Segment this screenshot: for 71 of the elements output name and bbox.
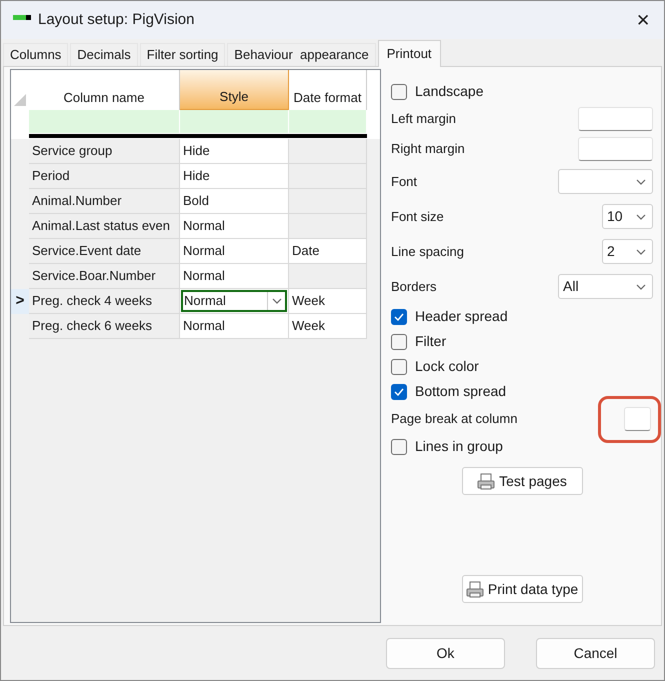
table-cell: Week [289, 314, 367, 339]
checkmark-icon [394, 388, 404, 396]
checkbox[interactable] [391, 308, 407, 324]
field-label: Font [391, 172, 418, 191]
filter-cell[interactable] [29, 110, 180, 133]
table-cell: Service.Boar.Number [29, 264, 180, 289]
table-cell: Normal [180, 314, 289, 339]
table-cell: Normal [180, 239, 289, 264]
print-button[interactable]: Test pages [462, 467, 582, 495]
tab[interactable]: Columns [3, 43, 68, 66]
tab[interactable]: Decimals [70, 43, 138, 66]
printer-icon [477, 472, 496, 490]
table-cell: Date [289, 239, 367, 264]
checkbox[interactable] [391, 438, 407, 454]
dialog-button[interactable]: Ok [386, 638, 505, 668]
tab[interactable]: Printout [378, 40, 441, 67]
checkbox-label: Landscape [415, 82, 484, 101]
tab[interactable]: Behaviour appearance [227, 43, 376, 66]
filter-cell[interactable] [180, 110, 289, 133]
checkbox-label: Filter [415, 332, 446, 351]
input-field[interactable] [578, 137, 653, 161]
dropdown[interactable]: 2 [602, 239, 653, 264]
table-cell: Normal [180, 214, 289, 239]
table-cell: Week [289, 289, 367, 314]
column-header[interactable]: Style [180, 70, 289, 110]
table-cell: Preg. check 6 weeks [29, 314, 180, 339]
checkbox[interactable] [391, 84, 407, 100]
app-icon [13, 14, 31, 20]
checkbox-label: Header spread [415, 307, 508, 326]
table-cell: Hide [180, 164, 289, 189]
checkbox-label: Bottom spread [415, 382, 506, 401]
table-cell: Preg. check 4 weeks [29, 289, 180, 314]
chevron-down-icon [636, 284, 646, 290]
dropdown[interactable]: 10 [602, 204, 653, 229]
printer-icon [466, 580, 484, 598]
close-button[interactable]: ✕ [636, 12, 650, 28]
table-cell: Service.Event date [29, 239, 180, 264]
style-dropdown[interactable]: Normal [181, 290, 287, 312]
table-cell: Animal.Number [29, 189, 180, 214]
table-cell: Bold [180, 189, 289, 214]
checkbox-label: Lines in group [415, 437, 503, 456]
checkbox[interactable] [391, 384, 407, 400]
field-label: Left margin [391, 110, 456, 128]
checkmark-icon [394, 312, 404, 320]
field-label: Page break at column [391, 410, 518, 428]
table-cell: Animal.Last status even [29, 214, 180, 239]
select-all-icon [14, 94, 26, 106]
chevron-down-icon [636, 178, 646, 184]
filter-cell[interactable] [289, 110, 367, 133]
field-label: Font size [391, 208, 444, 226]
checkbox[interactable] [391, 358, 407, 374]
print-button[interactable]: Print data type [462, 575, 582, 603]
input-field[interactable] [578, 107, 653, 131]
input-field[interactable] [624, 407, 651, 431]
table-cell: Hide [180, 139, 289, 164]
checkbox[interactable] [391, 334, 407, 350]
field-label: Right margin [391, 140, 465, 158]
table-cell: Period [29, 164, 180, 189]
window-title: Layout setup: PigVision [38, 10, 196, 30]
dropdown[interactable]: All [558, 274, 653, 299]
dialog-button[interactable]: Cancel [536, 638, 655, 668]
checkbox-label: Lock color [415, 357, 479, 376]
current-row-marker: > [16, 291, 24, 312]
table-cell: Normal [180, 264, 289, 289]
tab[interactable]: Filter sorting [140, 43, 226, 66]
field-label: Borders [391, 278, 437, 296]
chevron-down-icon [272, 298, 282, 304]
chevron-down-icon [636, 248, 646, 254]
field-label: Line spacing [391, 242, 464, 261]
table-cell: Service group [29, 139, 180, 164]
chevron-down-icon [636, 214, 646, 220]
